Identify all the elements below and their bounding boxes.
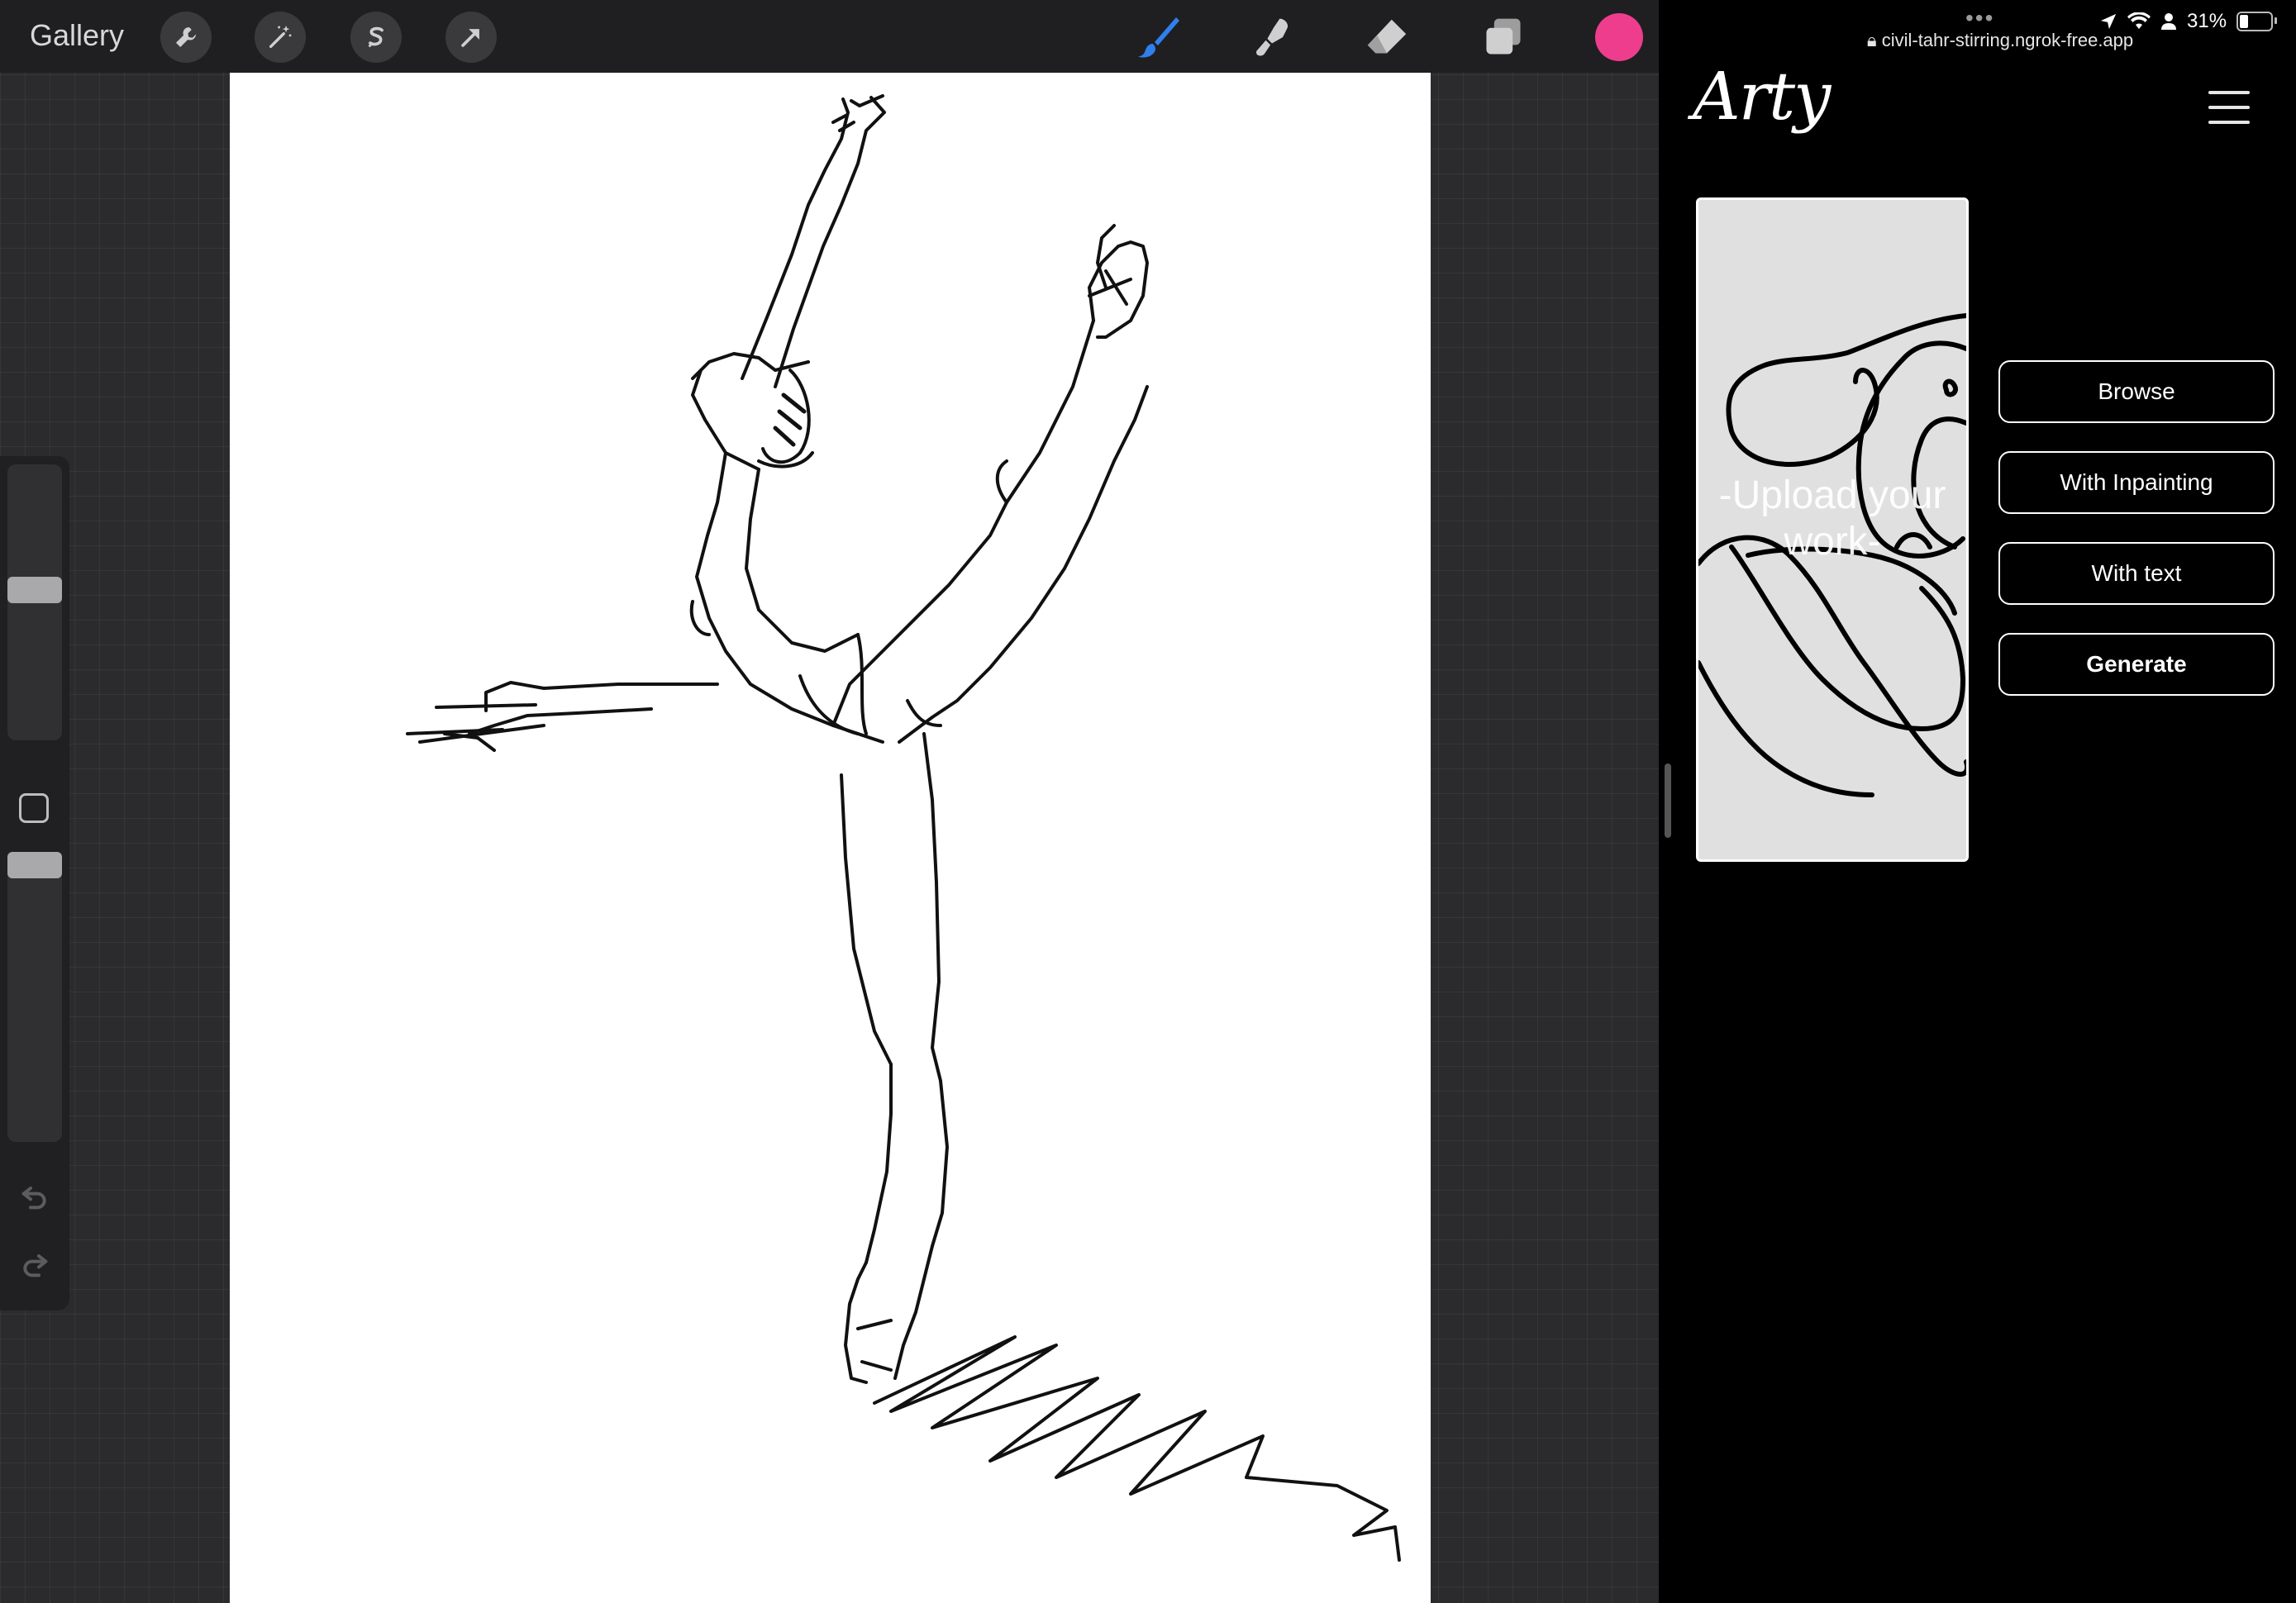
battery-icon	[2236, 12, 2278, 31]
color-picker-swatch[interactable]	[1595, 13, 1643, 61]
location-arrow-icon	[2100, 13, 2117, 30]
hamburger-menu-icon[interactable]	[2208, 91, 2250, 124]
arty-logo[interactable]: Arty	[1693, 58, 1831, 135]
upload-preview-card[interactable]: -Upload your work-	[1696, 197, 1969, 862]
drawing-canvas[interactable]	[230, 73, 1431, 1603]
procreate-app: Gallery	[0, 0, 1659, 1603]
ballet-dancer-sketch	[406, 94, 1401, 1562]
top-toolbar: Gallery	[0, 0, 1659, 73]
wifi-icon	[2127, 12, 2151, 29]
eraser-icon[interactable]	[1360, 10, 1414, 64]
transform-arrow-icon[interactable]	[445, 12, 497, 63]
undo-icon[interactable]	[18, 1180, 51, 1213]
generate-button[interactable]: Generate	[1998, 633, 2275, 696]
adjustments-magic-wand-icon[interactable]	[255, 12, 306, 63]
eyedropper-modify-button[interactable]	[19, 793, 49, 823]
with-text-button[interactable]: With text	[1998, 542, 2275, 605]
selection-s-icon[interactable]	[350, 12, 402, 63]
opacity-slider[interactable]	[7, 861, 62, 1142]
gallery-button[interactable]: Gallery	[30, 18, 124, 53]
with-inpainting-button[interactable]: With Inpainting	[1998, 451, 2275, 514]
browse-button[interactable]: Browse	[1998, 360, 2275, 423]
battery-percent: 31%	[2187, 10, 2227, 32]
layers-icon[interactable]	[1476, 10, 1531, 64]
opacity-thumb[interactable]	[7, 851, 62, 878]
redo-icon[interactable]	[18, 1248, 51, 1281]
lock-icon: 🔒︎	[1866, 30, 1877, 50]
brush-size-thumb[interactable]	[7, 576, 62, 603]
person-icon	[2161, 13, 2176, 30]
actions-wrench-icon[interactable]	[160, 12, 212, 63]
smudge-icon[interactable]	[1245, 10, 1299, 64]
multitasking-dots-icon[interactable]: •••	[1965, 7, 1994, 30]
url-text: civil-tahr-stirring.ngrok-free.app	[1881, 30, 2134, 50]
brush-icon[interactable]	[1131, 10, 1185, 64]
split-view-handle[interactable]	[1665, 763, 1671, 838]
upload-prompt-text: -Upload your work-	[1718, 473, 1946, 564]
status-icons: 31%	[2099, 7, 2278, 36]
left-sidebar	[0, 456, 69, 1310]
